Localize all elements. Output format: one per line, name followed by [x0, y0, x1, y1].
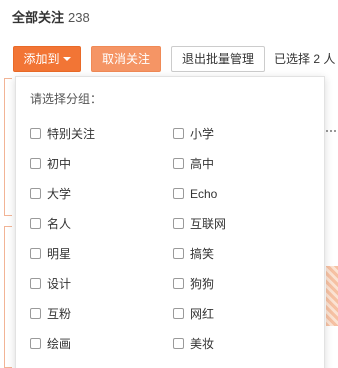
checkbox[interactable]	[173, 158, 184, 170]
batch-toolbar: 添加到 取消关注 退出批量管理 已选择 2 人	[13, 46, 338, 72]
group-option[interactable]: 网红	[173, 305, 214, 323]
group-option[interactable]: 搞笑	[173, 245, 214, 263]
dropdown-prompt: 请选择分组：	[30, 92, 103, 106]
checkbox[interactable]	[173, 308, 184, 320]
checkbox[interactable]	[173, 218, 184, 230]
group-option-label: 初中	[47, 157, 72, 171]
caret-down-icon	[62, 56, 71, 61]
group-option-label: 搞笑	[190, 247, 215, 261]
group-option[interactable]: Echo	[173, 185, 217, 203]
page-title: 全部关注	[12, 10, 65, 25]
checkbox[interactable]	[30, 188, 41, 200]
exit-batch-button[interactable]: 退出批量管理	[171, 46, 265, 72]
checkbox[interactable]	[173, 338, 184, 350]
group-option-label: 小学	[190, 127, 215, 141]
background-image-fragment	[326, 266, 338, 326]
group-option[interactable]: 狗狗	[173, 275, 214, 293]
checkbox[interactable]	[30, 248, 41, 260]
page-header: 全部关注 238	[12, 9, 90, 27]
checkbox[interactable]	[173, 128, 184, 140]
checkbox[interactable]	[173, 188, 184, 200]
page: 全部关注 238 添加到 取消关注 退出批量管理 已选择 2 人 请选择分组： 特…	[0, 0, 338, 368]
checkbox[interactable]	[30, 278, 41, 290]
group-option[interactable]: 高中	[173, 155, 214, 173]
group-option[interactable]: 互粉	[30, 305, 71, 323]
add-to-group-button[interactable]: 添加到	[13, 46, 81, 72]
group-option-label: 高中	[190, 157, 215, 171]
checkbox[interactable]	[173, 278, 184, 290]
group-option[interactable]: 大学	[30, 185, 71, 203]
group-option[interactable]: 特别关注	[30, 125, 95, 143]
follow-count: 238	[68, 10, 90, 25]
background-card-fragment	[326, 130, 338, 170]
group-option[interactable]: 初中	[30, 155, 71, 173]
group-option[interactable]: 小学	[173, 125, 214, 143]
group-option-label: 特别关注	[47, 127, 96, 141]
checkbox[interactable]	[30, 338, 41, 350]
checkbox[interactable]	[30, 308, 41, 320]
group-option-label: 网红	[190, 307, 215, 321]
group-option-label: 互粉	[47, 307, 72, 321]
group-option-label: 名人	[47, 217, 72, 231]
group-select-dropdown: 请选择分组： 特别关注 小学初中 高中大学 Echo 名人 互联网明星 搞笑设计 狗狗互粉 网红…	[15, 76, 325, 368]
group-option-label: 绘画	[47, 337, 72, 351]
selected-count-text: 已选择 2 人	[274, 52, 336, 66]
group-option-label: 互联网	[190, 217, 227, 231]
group-option[interactable]: 设计	[30, 275, 71, 293]
group-option[interactable]: 名人	[30, 215, 71, 233]
unfollow-button[interactable]: 取消关注	[91, 46, 161, 72]
background-card	[4, 226, 12, 368]
checkbox[interactable]	[30, 158, 41, 170]
checkbox[interactable]	[173, 248, 184, 260]
group-option-label: 狗狗	[190, 277, 215, 291]
checkbox[interactable]	[30, 128, 41, 140]
checkbox[interactable]	[30, 218, 41, 230]
group-option-label: 大学	[47, 187, 72, 201]
add-to-group-label: 添加到	[23, 52, 60, 66]
group-option-label: 美妆	[190, 337, 215, 351]
group-option-label: 明星	[47, 247, 72, 261]
group-option[interactable]: 绘画	[30, 335, 71, 353]
group-option[interactable]: 互联网	[173, 215, 226, 233]
group-option[interactable]: 美妆	[173, 335, 214, 353]
group-option[interactable]: 明星	[30, 245, 71, 263]
group-option-label: 设计	[47, 277, 72, 291]
group-option-label: Echo	[190, 187, 218, 201]
background-card	[4, 78, 12, 216]
